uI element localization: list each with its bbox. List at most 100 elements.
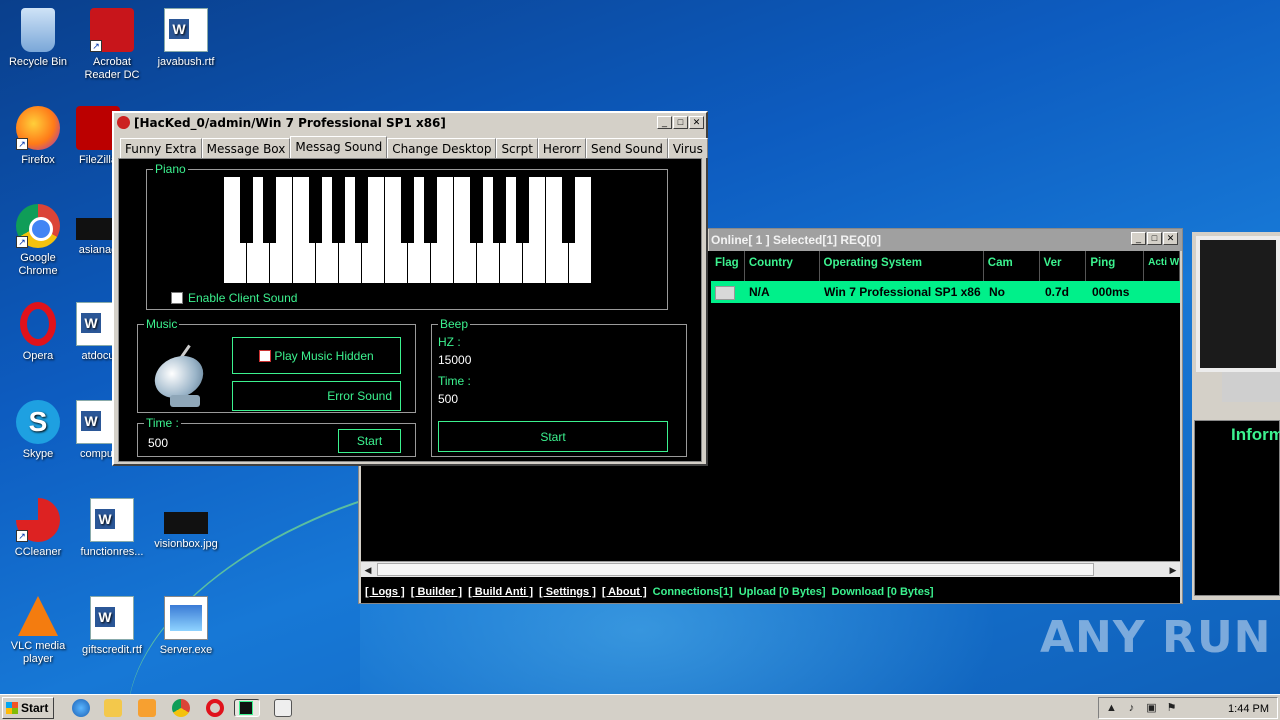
rat-app-icon (239, 701, 253, 715)
tab-messag-sound[interactable]: Messag Sound (290, 136, 388, 158)
column-header-cam[interactable]: Cam (984, 251, 1040, 281)
ver-cell: 0.7d (1045, 285, 1070, 299)
close-button[interactable]: ✕ (1163, 232, 1178, 245)
scroll-right-icon[interactable]: ▶ (1166, 562, 1180, 578)
piano-black-key[interactable] (424, 177, 437, 243)
desktop-icon-functionres[interactable]: functionres... (74, 498, 150, 559)
scroll-left-icon[interactable]: ◀ (361, 562, 375, 578)
hz-label: HZ : (438, 335, 461, 349)
tab-message-box[interactable]: Message Box (201, 138, 291, 158)
desktop-icon-label: Recycle Bin (8, 56, 68, 68)
opera-taskbar-icon[interactable] (206, 699, 224, 717)
taskbar: Start ▲ ♪ ▣ ⚑ 1:44 PM (0, 694, 1280, 720)
ping-cell: 000ms (1092, 285, 1130, 299)
tab-scrpt[interactable]: Scrpt (496, 138, 538, 158)
column-header-active-window[interactable]: Acti Win (1144, 251, 1180, 281)
desktop-icon-visionbox[interactable]: visionbox.jpg (148, 498, 224, 551)
error-sound-button[interactable]: Error Sound (232, 381, 401, 411)
tab-send-sound[interactable]: Send Sound (586, 138, 668, 158)
vlc-cone-icon (18, 596, 58, 636)
desktop-icon-label: Acrobat Reader DC (84, 56, 140, 81)
app-window-icon[interactable] (274, 699, 292, 717)
internet-explorer-icon[interactable] (72, 699, 90, 717)
enable-client-sound-row[interactable]: Enable Client Sound (171, 291, 297, 305)
media-player-icon[interactable] (138, 699, 156, 717)
settings-link[interactable]: [ Settings ] (539, 586, 596, 598)
time-value-field[interactable]: 500 (148, 436, 168, 450)
desktop-icon-acrobat[interactable]: ↗ Acrobat Reader DC (74, 8, 150, 82)
piano-black-key[interactable] (332, 177, 345, 243)
enable-client-sound-checkbox[interactable] (171, 292, 183, 304)
logs-link[interactable]: [ Logs ] (365, 586, 405, 598)
desktop-icon-label: CCleaner (14, 546, 62, 558)
tab-virus[interactable]: Virus (667, 138, 708, 158)
volume-icon[interactable]: ♪ (1125, 702, 1138, 715)
desktop-icon-label: Server.exe (159, 644, 213, 656)
horizontal-scrollbar[interactable]: ◀ ▶ (361, 561, 1180, 577)
tab-herorr[interactable]: Herorr (537, 138, 586, 158)
maximize-button[interactable]: □ (673, 116, 688, 129)
column-header-ver[interactable]: Ver (1040, 251, 1087, 281)
tab-change-desktop[interactable]: Change Desktop (387, 138, 497, 158)
file-explorer-icon[interactable] (104, 699, 122, 717)
about-link[interactable]: [ About ] (602, 586, 647, 598)
play-music-hidden-label: Play Music Hidden (274, 348, 374, 363)
chrome-icon: ↗ (16, 204, 60, 248)
play-music-hidden-button[interactable]: Play Music Hidden (232, 337, 401, 374)
hacked-window-titlebar[interactable]: [HacKed_0/admin/Win 7 Professional SP1 x… (114, 113, 706, 133)
network-icon[interactable]: ▣ (1145, 702, 1158, 715)
download-status: Download [0 Bytes] (831, 586, 934, 598)
word-document-icon (90, 596, 134, 640)
desktop-icon-javabush[interactable]: javabush.rtf (148, 8, 224, 69)
system-tray: ▲ ♪ ▣ ⚑ 1:44 PM (1098, 697, 1278, 719)
desktop-icon-server-exe[interactable]: Server.exe (148, 596, 224, 657)
piano-black-key[interactable] (401, 177, 414, 243)
maximize-button[interactable]: □ (1147, 232, 1162, 245)
piano-black-key[interactable] (309, 177, 322, 243)
close-button[interactable]: ✕ (689, 116, 704, 129)
satellite-dish-icon (147, 339, 216, 409)
tab-funny-extra[interactable]: Funny Extra (120, 138, 202, 158)
column-header-ping[interactable]: Ping (1086, 251, 1145, 281)
piano-black-key[interactable] (263, 177, 276, 243)
executable-icon (164, 596, 208, 640)
table-row[interactable]: N/A Win 7 Professional SP1 x86 No 0.7d 0… (711, 281, 1180, 303)
scrollbar-thumb[interactable] (377, 563, 1094, 576)
piano-black-key[interactable] (240, 177, 253, 243)
shortcut-arrow-icon: ↗ (16, 138, 28, 150)
rat-app-taskbar-button[interactable] (234, 699, 260, 717)
piano-black-key[interactable] (355, 177, 368, 243)
column-header-flag[interactable]: Flag (711, 251, 745, 281)
builder-link[interactable]: [ Builder ] (411, 586, 462, 598)
skype-icon: S (16, 400, 60, 444)
beep-time-value-field[interactable]: 500 (438, 392, 458, 406)
desktop-icon-recycle-bin[interactable]: Recycle Bin (0, 8, 76, 69)
clock[interactable]: 1:44 PM (1228, 701, 1269, 717)
column-header-os[interactable]: Operating System (820, 251, 984, 281)
desktop-icon-vlc[interactable]: VLC media player (0, 596, 76, 666)
piano-keyboard (224, 177, 592, 283)
piano-black-key[interactable] (493, 177, 506, 243)
firefox-icon: ↗ (16, 106, 60, 150)
piano-black-key[interactable] (516, 177, 529, 243)
build-anti-link[interactable]: [ Build Anti ] (468, 586, 533, 598)
piano-group-title: Piano (153, 162, 188, 176)
action-center-flag-icon[interactable]: ⚑ (1165, 702, 1178, 715)
messag-sound-panel: Piano Enable Client Sound Music Play Mus… (118, 158, 702, 462)
column-header-country[interactable]: Country (745, 251, 820, 281)
desktop-icon-label: functionres... (80, 546, 144, 558)
shortcut-arrow-icon: ↗ (16, 236, 28, 248)
beep-start-button[interactable]: Start (438, 421, 668, 452)
info-label: Inform (1231, 425, 1280, 444)
piano-black-key[interactable] (470, 177, 483, 243)
start-button[interactable]: Start (2, 697, 54, 719)
time-start-button[interactable]: Start (338, 429, 401, 453)
chrome-taskbar-icon[interactable] (172, 699, 190, 717)
show-hidden-icons-icon[interactable]: ▲ (1105, 702, 1118, 715)
desktop-icon-ccleaner[interactable]: ↗ CCleaner (0, 498, 76, 559)
minimize-button[interactable]: _ (657, 116, 672, 129)
desktop-icon-giftscredit[interactable]: giftscredit.rtf (74, 596, 150, 657)
minimize-button[interactable]: _ (1131, 232, 1146, 245)
piano-black-key[interactable] (562, 177, 575, 243)
hz-value-field[interactable]: 15000 (438, 353, 471, 367)
